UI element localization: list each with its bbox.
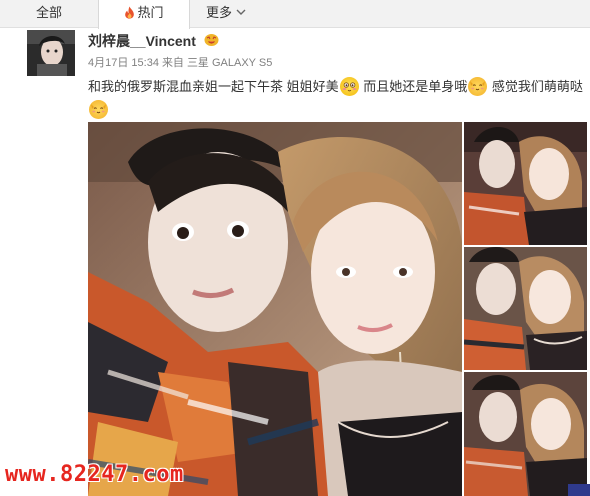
post-meta: 4月17日 15:34 来自 三星 GALAXY S5 [88,54,272,70]
tab-hot-label: 热门 [137,5,164,20]
tab-all-label: 全部 [35,5,62,20]
tab-more-label: 更多 [206,5,233,20]
watermark-logo [568,484,590,496]
flame-icon [125,6,135,19]
avatar-image [27,30,75,76]
site-watermark: www.82247.com [5,462,184,487]
chevron-down-icon [236,9,246,15]
tab-hot[interactable]: 热门 [98,0,190,29]
post-date[interactable]: 4月17日 15:34 [88,57,159,69]
thumb-2[interactable] [464,247,587,370]
avatar[interactable] [27,30,75,76]
cat-face-emoji [89,100,108,119]
blush-face-emoji [339,77,359,96]
post-text: 和我的俄罗斯混血亲姐一起下午茶 姐姐好美 而且她还是单身哦 感觉我们萌萌哒 [88,75,583,121]
thumb-1[interactable] [464,122,587,245]
tab-more[interactable]: 更多 [206,0,266,28]
tab-bar: 全部 热门 更多 [0,0,590,29]
vip-badge-icon [204,34,219,46]
post-device[interactable]: 三星 GALAXY S5 [187,57,272,69]
main-photo[interactable] [88,122,462,496]
source-prefix: 来自 [161,57,184,69]
tab-all[interactable]: 全部 [0,0,98,28]
username[interactable]: 刘梓晨__Vincent [88,31,196,51]
thumb-3[interactable] [464,372,587,496]
post-text-part-3: 感觉我们萌萌哒 [488,79,583,94]
post-text-part-2: 而且她还是单身哦 [359,79,468,94]
post-text-part-1: 和我的俄罗斯混血亲姐一起下午茶 姐姐好美 [88,79,339,94]
cat-face-emoji [468,77,488,96]
